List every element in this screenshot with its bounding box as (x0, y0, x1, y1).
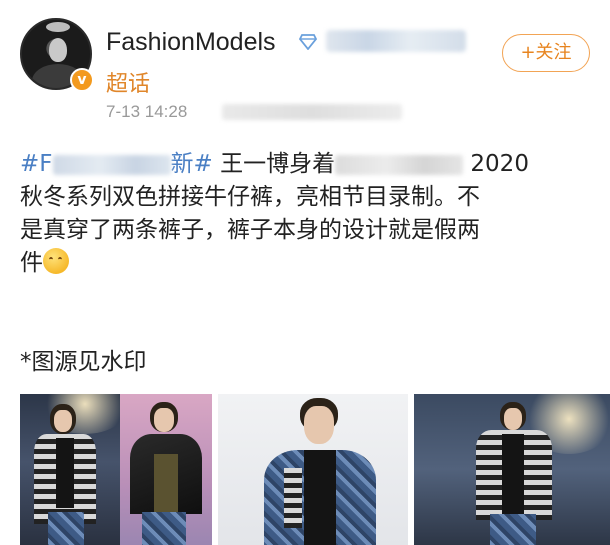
content-line-1: #F 新# 王一博身着 2020 (20, 148, 592, 181)
post-image-1[interactable] (20, 394, 212, 545)
verified-badge-icon: v (70, 68, 94, 92)
content-line-4: 件 (20, 247, 592, 280)
content-line-3: 是真穿了两条裤子，裤子本身的设计就是假两 (20, 217, 480, 243)
post-content: #F 新# 王一博身着 2020 秋冬系列双色拼接牛仔裤，亮相节目录制。不 是真穿… (20, 148, 592, 280)
post-image-2[interactable] (218, 394, 408, 545)
content-text-a: 王一博身着 (212, 151, 336, 177)
supertopic-label[interactable]: 超话 (106, 66, 150, 98)
diamond-member-icon (299, 34, 317, 50)
blurred-source (222, 104, 402, 120)
topic-link-start[interactable]: #F (20, 151, 53, 177)
blurred-topic (52, 154, 171, 175)
image-source-caption: *图源见水印 (20, 349, 147, 375)
blurred-brand (335, 154, 464, 175)
avatar[interactable]: v (20, 18, 94, 92)
content-line-2: 秋冬系列双色拼接牛仔裤，亮相节目录制。不 (20, 184, 480, 210)
content-text-line4: 件 (20, 250, 43, 276)
smiling-hug-emoji-icon (43, 248, 69, 274)
post-image-3[interactable] (414, 394, 610, 545)
post-timestamp: 7-13 14:28 (106, 102, 188, 121)
content-text-b: 2020 (463, 151, 529, 177)
username[interactable]: FashionModels (106, 28, 276, 57)
follow-button[interactable]: +关注 (502, 34, 590, 72)
blurred-member-badge (326, 30, 466, 52)
topic-link-end[interactable]: 新# (171, 151, 213, 177)
weibo-post: v FashionModels 超话 7-13 14:28 +关注 #F 新# 王… (0, 0, 610, 545)
